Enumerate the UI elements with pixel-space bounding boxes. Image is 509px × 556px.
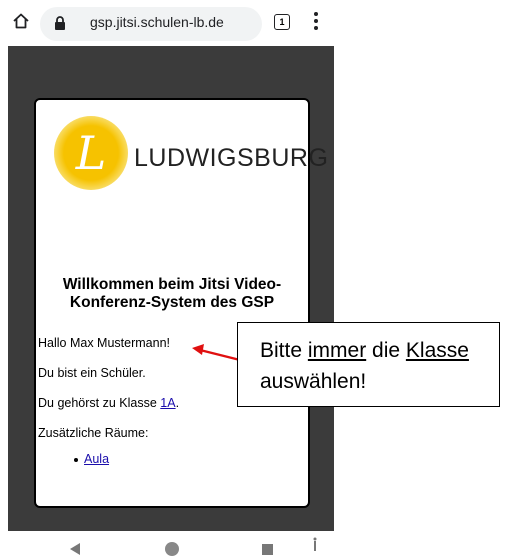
greeting-text: Hallo Max Mustermann! (38, 336, 170, 350)
lock-icon[interactable] (54, 15, 66, 31)
more-menu-icon[interactable] (312, 12, 320, 32)
class-line: Du gehörst zu Klasse 1A. (38, 396, 179, 410)
url-text[interactable]: gsp.jitsi.schulen-lb.de (90, 14, 224, 30)
callout-text-klasse: Klasse (405, 339, 469, 362)
annotation-arrow-icon (192, 344, 241, 362)
instruction-callout: Bitte immer die Klasse auswählen! (237, 322, 500, 407)
home-icon[interactable] (12, 12, 30, 30)
callout-text-5: auswählen! (260, 370, 367, 393)
role-text: Du bist ein Schüler. (38, 366, 146, 380)
recent-apps-icon[interactable] (262, 544, 273, 555)
back-icon[interactable] (70, 543, 80, 555)
callout-text-immer: immer (307, 339, 367, 362)
system-nav-bar (0, 531, 509, 556)
tab-switcher-button[interactable]: 1 (274, 14, 290, 30)
logo-text: LUDWIGSBURG (134, 144, 329, 172)
bullet-icon (74, 457, 78, 462)
accessibility-icon[interactable] (312, 537, 318, 551)
page-background: L LUDWIGSBURG Willkommen beim Jitsi Vide… (8, 46, 334, 531)
logo-letter: L (75, 126, 107, 180)
room-link-aula[interactable]: Aula (84, 452, 109, 466)
class-suffix: . (175, 396, 180, 410)
page-title: Willkommen beim Jitsi Video-Konferenz-Sy… (62, 276, 282, 311)
callout-text-3: die (366, 339, 406, 362)
rooms-label: Zusätzliche Räume: (38, 426, 149, 440)
class-prefix: Du gehörst zu Klasse (38, 396, 161, 410)
class-link[interactable]: 1A (160, 396, 175, 410)
rooms-list: Aula (74, 452, 109, 466)
callout-text-1: Bitte (260, 339, 308, 362)
content-card: L LUDWIGSBURG Willkommen beim Jitsi Vide… (34, 98, 328, 508)
ludwigsburg-logo: L LUDWIGSBURG (46, 114, 328, 192)
browser-toolbar: gsp.jitsi.schulen-lb.de 1 (0, 0, 509, 46)
